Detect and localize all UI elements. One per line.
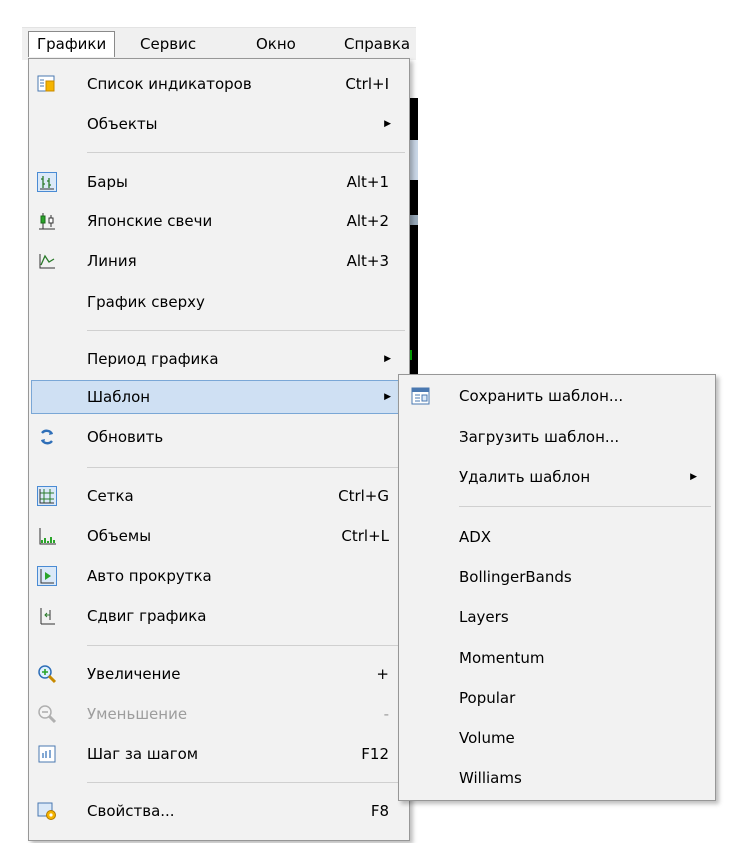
menu-item-label: BollingerBands xyxy=(459,568,572,586)
shortcut-label: Alt+3 xyxy=(346,252,389,270)
menubar-charts[interactable]: Графики xyxy=(28,31,116,57)
menu-separator xyxy=(87,152,405,153)
menu-separator xyxy=(87,782,405,783)
zoom-in-icon xyxy=(37,664,57,684)
submenu-item-template-popular[interactable]: Popular xyxy=(401,681,713,715)
menu-item-label: Удалить шаблон xyxy=(459,468,591,486)
submenu-item-template-bollingerbands[interactable]: BollingerBands xyxy=(401,560,713,594)
menu-item-zoom-out[interactable]: Уменьшение - xyxy=(31,697,407,731)
grid-icon xyxy=(37,486,57,506)
menu-separator xyxy=(87,645,405,646)
submenu-arrow-icon: ▶ xyxy=(384,392,391,402)
menu-item-label: Сдвиг графика xyxy=(87,607,207,625)
menu-item-label: Загрузить шаблон... xyxy=(459,428,620,446)
shortcut-label: Alt+1 xyxy=(346,173,389,191)
menu-item-objects[interactable]: Объекты ▶ xyxy=(31,107,407,141)
charts-menu: Список индикаторов Ctrl+I Объекты ▶ Бары… xyxy=(28,58,410,841)
line-chart-icon xyxy=(37,251,57,271)
submenu-arrow-icon: ▶ xyxy=(690,472,697,482)
submenu-item-template-momentum[interactable]: Momentum xyxy=(401,641,713,675)
menu-separator xyxy=(459,506,711,507)
menu-item-label: Volume xyxy=(459,729,515,747)
shortcut-label: Alt+2 xyxy=(346,212,389,230)
candlestick-icon xyxy=(37,211,57,231)
menu-item-chart-period[interactable]: Период графика ▶ xyxy=(31,342,407,376)
menu-item-chart-shift[interactable]: Сдвиг графика xyxy=(31,599,407,633)
menu-item-label: Сетка xyxy=(87,487,134,505)
refresh-icon xyxy=(37,427,57,447)
volumes-icon xyxy=(37,526,57,546)
submenu-item-template-adx[interactable]: ADX xyxy=(401,520,713,554)
menu-item-label: Momentum xyxy=(459,649,545,667)
shortcut-label: Ctrl+L xyxy=(341,527,389,545)
menu-item-properties[interactable]: Свойства... F8 xyxy=(31,794,407,828)
menu-item-chart-on-top[interactable]: График сверху xyxy=(31,285,407,319)
shortcut-label: - xyxy=(383,705,389,723)
save-template-icon xyxy=(411,386,431,406)
menu-separator xyxy=(87,330,405,331)
menu-item-label: Popular xyxy=(459,689,516,707)
menu-item-indicator-list[interactable]: Список индикаторов Ctrl+I xyxy=(31,67,407,101)
step-icon xyxy=(37,744,57,764)
menu-item-label: Обновить xyxy=(87,428,164,446)
menu-item-auto-scroll[interactable]: Авто прокрутка xyxy=(31,559,407,593)
menu-item-label: Линия xyxy=(87,252,137,270)
menu-item-label: Шаг за шагом xyxy=(87,745,199,763)
menu-item-zoom-in[interactable]: Увеличение + xyxy=(31,657,407,691)
menu-item-step-by-step[interactable]: Шаг за шагом F12 xyxy=(31,737,407,771)
submenu-item-template-volume[interactable]: Volume xyxy=(401,721,713,755)
shortcut-label: F12 xyxy=(361,745,389,763)
menu-item-label: Объекты xyxy=(87,115,158,133)
properties-icon xyxy=(37,801,57,821)
menubar-window[interactable]: Окно xyxy=(248,31,304,57)
indicator-list-icon xyxy=(37,74,57,94)
shortcut-label: Ctrl+G xyxy=(338,487,389,505)
submenu-item-load-template[interactable]: Загрузить шаблон... xyxy=(401,420,713,454)
submenu-arrow-icon: ▶ xyxy=(384,354,391,364)
menu-item-label: Бары xyxy=(87,173,128,191)
menubar-service[interactable]: Сервис xyxy=(132,31,204,57)
menu-item-grid[interactable]: Сетка Ctrl+G xyxy=(31,479,407,513)
submenu-item-delete-template[interactable]: Удалить шаблон ▶ xyxy=(401,460,713,494)
menu-item-label: График сверху xyxy=(87,293,205,311)
bar-chart-icon xyxy=(37,172,57,192)
template-submenu: Сохранить шаблон... Загрузить шаблон... … xyxy=(398,374,716,801)
menu-item-label: Период графика xyxy=(87,350,219,368)
zoom-out-icon xyxy=(37,704,57,724)
menu-separator xyxy=(87,467,405,468)
menu-item-line[interactable]: Линия Alt+3 xyxy=(31,244,407,278)
shortcut-label: F8 xyxy=(370,802,389,820)
chart-shift-icon xyxy=(37,606,57,626)
menu-item-label: Сохранить шаблон... xyxy=(459,387,624,405)
menu-item-label: Layers xyxy=(459,608,509,626)
menu-item-candlesticks[interactable]: Японские свечи Alt+2 xyxy=(31,204,407,238)
menubar-help[interactable]: Справка xyxy=(336,31,418,57)
menu-item-refresh[interactable]: Обновить xyxy=(31,420,407,454)
shortcut-label: Ctrl+I xyxy=(345,75,389,93)
menu-item-label: Объемы xyxy=(87,527,152,545)
menu-item-label: Увеличение xyxy=(87,665,181,683)
menu-item-label: Шаблон xyxy=(87,388,151,406)
submenu-arrow-icon: ▶ xyxy=(384,119,391,129)
menu-item-bars[interactable]: Бары Alt+1 xyxy=(31,165,407,199)
menu-item-label: Авто прокрутка xyxy=(87,567,212,585)
menu-item-label: Williams xyxy=(459,769,522,787)
menu-bar: Графики Сервис Окно Справка xyxy=(22,27,416,60)
menu-item-label: ADX xyxy=(459,528,492,546)
menu-item-label: Японские свечи xyxy=(87,212,213,230)
menu-item-label: Свойства... xyxy=(87,802,175,820)
submenu-item-template-williams[interactable]: Williams xyxy=(401,761,713,795)
submenu-item-template-layers[interactable]: Layers xyxy=(401,600,713,634)
submenu-item-save-template[interactable]: Сохранить шаблон... xyxy=(401,379,713,413)
menu-item-label: Список индикаторов xyxy=(87,75,252,93)
shortcut-label: + xyxy=(376,665,389,683)
auto-scroll-icon xyxy=(37,566,57,586)
menu-item-label: Уменьшение xyxy=(87,705,188,723)
menu-item-template[interactable]: Шаблон ▶ xyxy=(31,380,407,414)
menu-item-volumes[interactable]: Объемы Ctrl+L xyxy=(31,519,407,553)
